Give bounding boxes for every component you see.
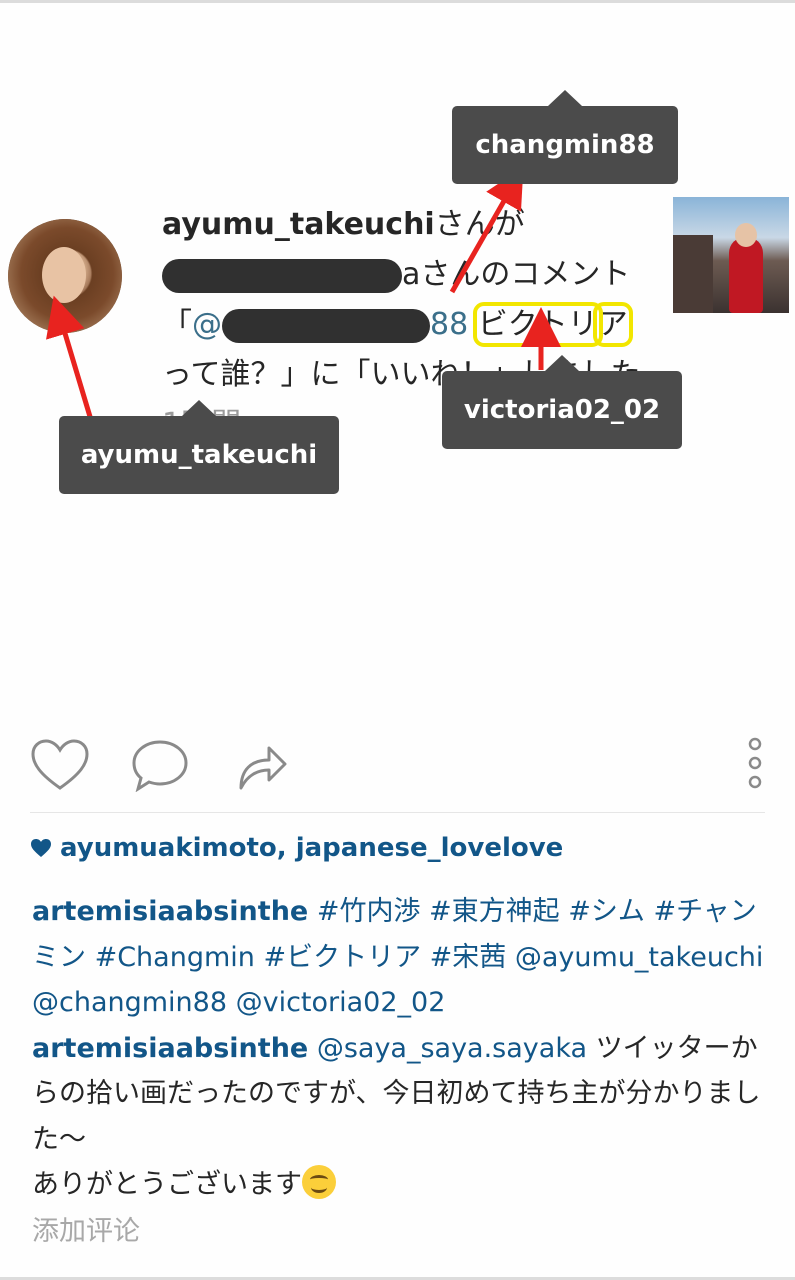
callout-ayumu: ayumu_takeuchi: [59, 400, 339, 494]
post-thumbnail[interactable]: [673, 197, 789, 313]
more-vertical-icon[interactable]: [744, 736, 766, 792]
highlight-victoria-part2: ア: [592, 302, 633, 347]
callout-victoria: victoria02_02: [442, 355, 682, 449]
user-avatar[interactable]: [8, 219, 122, 333]
caption-username[interactable]: artemisiaabsinthe: [32, 896, 308, 927]
smiling-face-emoji: [302, 1165, 336, 1199]
comment-bubble-icon[interactable]: [130, 738, 190, 792]
comment-thanks: ありがとうございます: [32, 1169, 302, 1200]
redacted-username: [162, 258, 402, 293]
heart-filled-icon: [31, 839, 51, 857]
callout-changmin88: changmin88: [452, 90, 678, 184]
top-divider: [0, 0, 795, 3]
comment-username[interactable]: artemisiaabsinthe: [32, 1033, 308, 1064]
notification-username[interactable]: ayumu_takeuchi: [162, 207, 435, 242]
heart-icon[interactable]: [30, 738, 90, 792]
comment-mention[interactable]: @saya_saya.sayaka: [317, 1033, 587, 1064]
caption-block: artemisiaabsinthe #竹内渉 #東方神起 #シム #チャンミン …: [32, 889, 767, 1208]
likes-usernames[interactable]: ayumuakimoto, japanese_lovelove: [60, 833, 563, 863]
share-arrow-icon[interactable]: [235, 740, 289, 792]
highlight-victoria-part1: ビクトリ: [472, 302, 603, 347]
likes-row[interactable]: ayumuakimoto, japanese_lovelove: [30, 833, 563, 863]
redacted-mention: [222, 308, 430, 343]
add-comment-link[interactable]: 添加评论: [32, 1209, 140, 1248]
action-divider: [30, 812, 765, 813]
